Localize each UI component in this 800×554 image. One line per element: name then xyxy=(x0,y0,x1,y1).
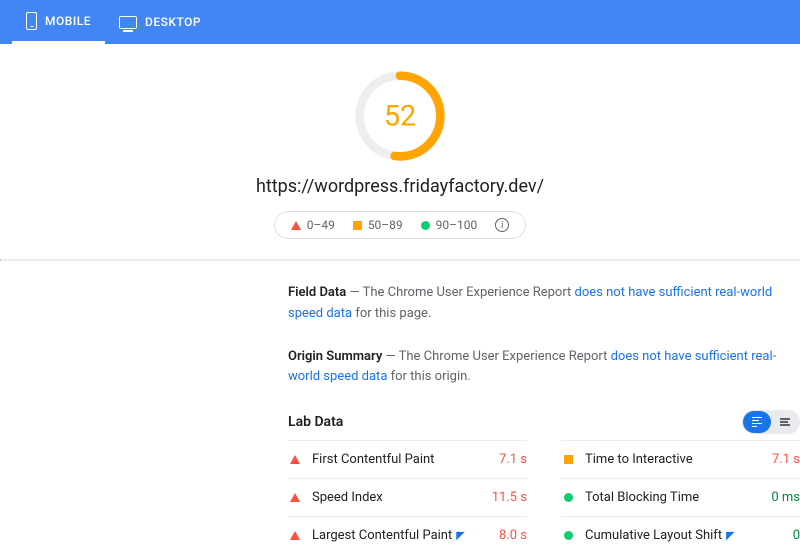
triangle-red-icon xyxy=(291,221,301,230)
info-icon[interactable]: i xyxy=(495,218,509,232)
toggle-compact[interactable] xyxy=(771,411,799,433)
tab-desktop-label: DESKTOP xyxy=(145,15,201,29)
metric-value: 7.1 s xyxy=(499,452,527,467)
lab-data-heading: Lab Data xyxy=(288,414,343,430)
desktop-icon xyxy=(119,16,137,29)
field-data-text: Field Data — The Chrome User Experience … xyxy=(288,283,800,325)
square-orange-icon xyxy=(353,221,362,230)
triangle-red-icon xyxy=(290,493,300,502)
origin-summary-label: Origin Summary xyxy=(288,349,382,364)
metric-si[interactable]: Speed Index 11.5 s xyxy=(288,478,527,516)
metric-name: Time to Interactive xyxy=(585,452,772,467)
circle-green-icon xyxy=(421,221,430,230)
metric-cls[interactable]: Cumulative Layout Shift◤ 0 xyxy=(561,516,800,554)
metric-name: Speed Index xyxy=(312,490,492,505)
metric-value: 0 xyxy=(793,528,800,543)
field-data-label: Field Data xyxy=(288,285,346,300)
tested-url: https://wordpress.fridayfactory.dev/ xyxy=(0,176,800,197)
lines-icon xyxy=(780,418,790,426)
square-orange-icon xyxy=(564,455,573,464)
metric-lcp[interactable]: Largest Contentful Paint◤ 8.0 s xyxy=(288,516,527,554)
metric-tbt[interactable]: Total Blocking Time 0 ms xyxy=(561,478,800,516)
flag-icon: ◤ xyxy=(726,529,734,542)
score-summary: 52 https://wordpress.fridayfactory.dev/ … xyxy=(0,44,800,259)
metric-fcp[interactable]: First Contentful Paint 7.1 s xyxy=(288,440,527,478)
metric-name: First Contentful Paint xyxy=(312,452,499,467)
tab-mobile-label: MOBILE xyxy=(45,14,91,28)
metric-value: 7.1 s xyxy=(772,452,800,467)
triangle-red-icon xyxy=(290,531,300,540)
score-value: 52 xyxy=(384,100,416,134)
tab-mobile[interactable]: MOBILE xyxy=(12,0,105,44)
metric-name: Largest Contentful Paint◤ xyxy=(312,528,499,543)
score-legend: 0–49 50–89 90–100 i xyxy=(274,211,527,239)
score-gauge: 52 xyxy=(352,68,448,164)
metric-value: 11.5 s xyxy=(492,490,527,505)
tab-desktop[interactable]: DESKTOP xyxy=(105,0,215,44)
metric-name: Cumulative Layout Shift◤ xyxy=(585,528,793,543)
metric-name: Total Blocking Time xyxy=(585,490,771,505)
origin-summary-text: Origin Summary — The Chrome User Experie… xyxy=(288,347,800,389)
metric-value: 8.0 s xyxy=(499,528,527,543)
legend-low: 0–49 xyxy=(307,218,335,232)
flag-icon: ◤ xyxy=(456,529,464,542)
metric-value: 0 ms xyxy=(771,490,800,505)
legend-mid: 50–89 xyxy=(368,218,403,232)
mobile-icon xyxy=(26,12,37,30)
bars-icon xyxy=(752,417,762,428)
circle-green-icon xyxy=(564,493,573,502)
lab-view-toggle[interactable] xyxy=(742,410,800,434)
circle-green-icon xyxy=(564,531,573,540)
legend-high: 90–100 xyxy=(436,218,478,232)
triangle-red-icon xyxy=(290,455,300,464)
metric-tti[interactable]: Time to Interactive 7.1 s xyxy=(561,440,800,478)
section-divider xyxy=(0,259,800,261)
device-tabs: MOBILE DESKTOP xyxy=(0,0,800,44)
toggle-expanded[interactable] xyxy=(743,411,771,433)
